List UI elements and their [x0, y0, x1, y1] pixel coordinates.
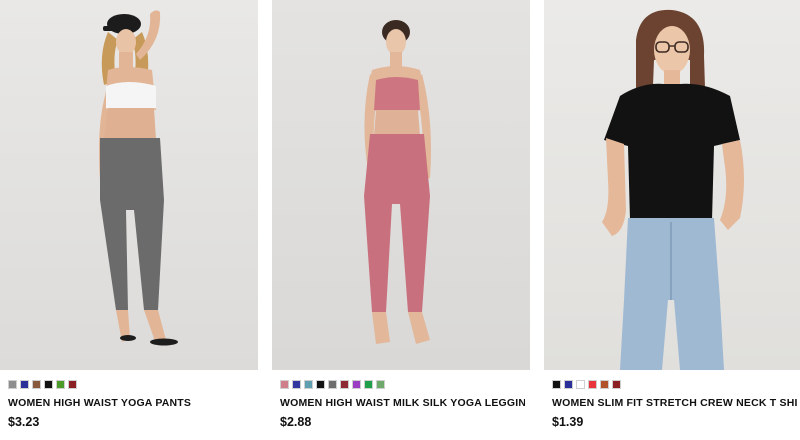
- color-swatch[interactable]: [352, 380, 361, 389]
- model-photo: [364, 20, 431, 344]
- color-swatch[interactable]: [292, 380, 301, 389]
- color-swatch[interactable]: [328, 380, 337, 389]
- color-swatch[interactable]: [44, 380, 53, 389]
- color-swatch[interactable]: [56, 380, 65, 389]
- color-swatch[interactable]: [8, 380, 17, 389]
- product-name[interactable]: WOMEN SLIM FIT STRETCH CREW NECK T SHIRT: [552, 397, 797, 409]
- color-swatch[interactable]: [68, 380, 77, 389]
- product-price: $2.88: [280, 415, 312, 429]
- product-price: $3.23: [8, 415, 40, 429]
- product-card[interactable]: WOMEN SLIM FIT STRETCH CREW NECK T SHIRT…: [544, 0, 800, 440]
- product-card[interactable]: WOMEN HIGH WAIST YOGA PANTS $3.23: [0, 0, 258, 440]
- color-swatch[interactable]: [552, 380, 561, 389]
- color-swatch[interactable]: [32, 380, 41, 389]
- color-swatch[interactable]: [364, 380, 373, 389]
- color-swatch[interactable]: [588, 380, 597, 389]
- color-swatches: [280, 380, 385, 390]
- color-swatch[interactable]: [564, 380, 573, 389]
- product-image[interactable]: [544, 0, 800, 370]
- color-swatches: [8, 380, 77, 390]
- color-swatch[interactable]: [316, 380, 325, 389]
- color-swatch[interactable]: [304, 380, 313, 389]
- color-swatch[interactable]: [340, 380, 349, 389]
- product-image[interactable]: [0, 0, 258, 370]
- product-name[interactable]: WOMEN HIGH WAIST YOGA PANTS: [8, 397, 253, 409]
- model-photo: [99, 10, 178, 346]
- product-card[interactable]: WOMEN HIGH WAIST MILK SILK YOGA LEGGINGS…: [272, 0, 530, 440]
- product-name[interactable]: WOMEN HIGH WAIST MILK SILK YOGA LEGGINGS…: [280, 397, 525, 409]
- product-image[interactable]: [272, 0, 530, 370]
- color-swatch[interactable]: [600, 380, 609, 389]
- color-swatch[interactable]: [376, 380, 385, 389]
- model-photo: [602, 9, 744, 370]
- product-price: $1.39: [552, 415, 584, 429]
- color-swatch[interactable]: [280, 380, 289, 389]
- color-swatches: [552, 380, 621, 390]
- color-swatch[interactable]: [20, 380, 29, 389]
- color-swatch[interactable]: [576, 380, 585, 389]
- color-swatch[interactable]: [612, 380, 621, 389]
